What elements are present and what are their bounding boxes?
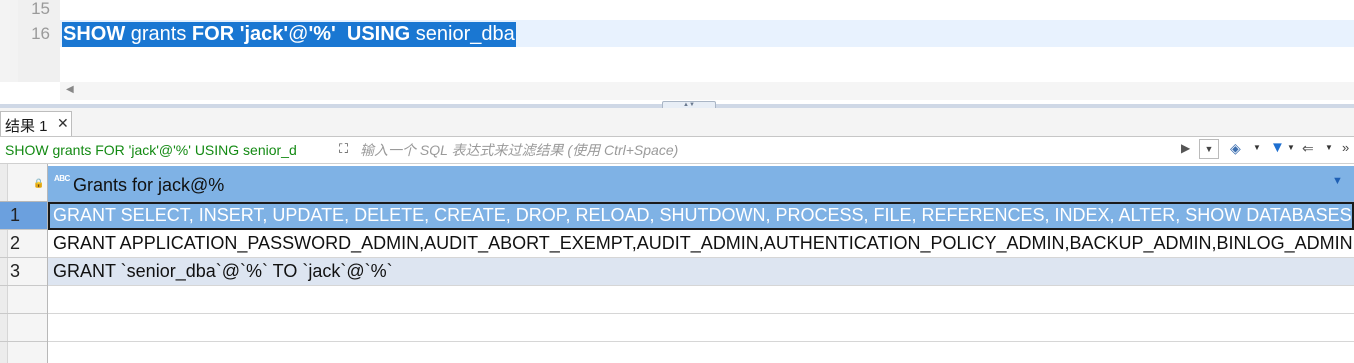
selected-sql-statement[interactable]: SHOW grants FOR 'jack'@'%' USING senior_…: [62, 22, 516, 47]
sql-text-token: @: [288, 23, 309, 45]
row-number: 2: [10, 233, 21, 253]
empty-row: [48, 286, 1354, 314]
row-number-cell[interactable]: 3: [0, 258, 47, 286]
sql-text-token: grants: [125, 23, 192, 45]
close-icon[interactable]: ✕: [57, 115, 69, 132]
editor-horizontal-scrollbar[interactable]: ◀: [60, 82, 1354, 100]
empty-row-number-cell: [0, 314, 47, 342]
row-number-column: 🔒 1 2 3: [0, 164, 48, 363]
eraser-icon[interactable]: ◈: [1230, 140, 1241, 157]
more-icon[interactable]: »: [1342, 140, 1349, 155]
table-row[interactable]: GRANT `senior_dba`@`%` TO `jack`@`%`: [48, 258, 1354, 286]
line-number: 15: [31, 0, 50, 18]
active-query-label: SHOW grants FOR 'jack'@'%' USING senior_…: [5, 142, 297, 158]
code-area[interactable]: SHOW grants FOR 'jack'@'%' USING senior_…: [60, 0, 1354, 82]
chevron-down-icon[interactable]: ▼: [1287, 143, 1295, 152]
grid-corner[interactable]: 🔒: [0, 164, 48, 202]
column-header-label: Grants for jack@%: [73, 175, 225, 195]
lock-icon: 🔒: [33, 178, 45, 188]
table-row[interactable]: GRANT SELECT, INSERT, UPDATE, DELETE, CR…: [48, 202, 1354, 230]
expand-icon[interactable]: ⛶: [339, 141, 355, 157]
funnel-icon[interactable]: ▼: [1270, 139, 1285, 156]
sql-keyword-token: USING: [346, 23, 411, 45]
filter-history-dropdown[interactable]: ▼: [1199, 139, 1219, 159]
sql-keyword-token: FOR: [191, 23, 235, 45]
apply-filter-icon[interactable]: ▶: [1181, 141, 1190, 155]
text-type-icon: ABC: [54, 174, 70, 183]
column-header-grants[interactable]: ABC Grants for jack@% ▼: [48, 166, 1354, 202]
grant-cell[interactable]: GRANT SELECT, INSERT, UPDATE, DELETE, CR…: [53, 205, 1352, 226]
scroll-left-icon[interactable]: ◀: [66, 84, 74, 95]
result-tab-bar: 结果 1 ✕: [0, 108, 1354, 137]
row-number: 1: [10, 205, 21, 225]
editor-fold-strip: [0, 0, 18, 82]
line-number-gutter: 15 16: [18, 0, 60, 82]
grant-cell[interactable]: GRANT APPLICATION_PASSWORD_ADMIN,AUDIT_A…: [53, 233, 1353, 254]
table-row[interactable]: GRANT APPLICATION_PASSWORD_ADMIN,AUDIT_A…: [48, 230, 1354, 258]
chevron-down-icon[interactable]: ▼: [1253, 143, 1261, 152]
row-number-cell[interactable]: 2: [0, 230, 47, 258]
grant-cell[interactable]: GRANT `senior_dba`@`%` TO `jack`@`%`: [53, 261, 393, 282]
sort-filter-icon[interactable]: ▼: [1332, 175, 1343, 187]
filter-bar: SHOW grants FOR 'jack'@'%' USING senior_…: [0, 137, 1354, 164]
filter-expression-input[interactable]: [358, 139, 1162, 161]
sql-text-token: senior_dba: [410, 23, 515, 45]
back-arrow-icon[interactable]: ⇐: [1302, 140, 1314, 157]
sql-keyword-token: 'jack': [239, 23, 289, 45]
tab-label: 结果 1: [5, 118, 48, 135]
sql-text-token: [336, 23, 347, 45]
result-grid[interactable]: 🔒 1 2 3 ABC Grants for jack@% ▼ GRANT SE…: [0, 164, 1354, 363]
line-number: 16: [31, 24, 50, 43]
row-number: 3: [10, 261, 21, 281]
sql-keyword-token: SHOW: [63, 23, 126, 45]
row-number-cell[interactable]: 1: [0, 202, 47, 230]
sql-editor[interactable]: 15 16 SHOW grants FOR 'jack'@'%' USING s…: [0, 0, 1354, 106]
empty-row: [48, 314, 1354, 342]
empty-row-number-cell: [0, 286, 47, 314]
chevron-down-icon[interactable]: ▼: [1325, 143, 1333, 152]
tab-result-1[interactable]: 结果 1 ✕: [0, 111, 72, 136]
sql-keyword-token: '%': [308, 23, 336, 45]
